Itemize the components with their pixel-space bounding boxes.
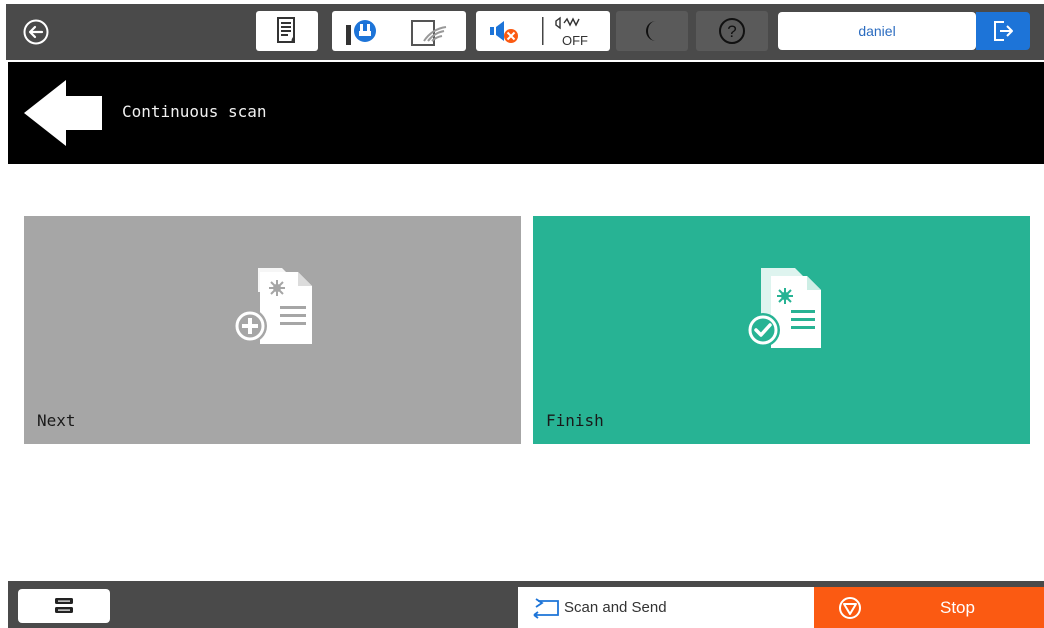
stop-label: Stop	[940, 597, 975, 617]
network-icons	[346, 20, 447, 46]
current-job-label: Scan and Send	[564, 599, 667, 616]
sleep-button[interactable]	[616, 11, 688, 51]
svg-text:OFF: OFF	[562, 33, 588, 48]
next-tile[interactable]: Next	[24, 216, 521, 444]
silent-off-icon: OFF	[555, 16, 588, 48]
finish-label: Finish	[546, 411, 604, 430]
mute-icon	[490, 21, 518, 43]
job-list-button[interactable]	[18, 589, 110, 623]
ink-status-button[interactable]	[256, 11, 318, 51]
user-name-field[interactable]: daniel	[778, 12, 976, 50]
ink-status-icon	[277, 17, 295, 43]
network-status-button[interactable]	[332, 11, 466, 51]
finish-tile[interactable]: Finish	[533, 216, 1030, 444]
back-button[interactable]	[22, 78, 104, 148]
wifi-direct-icon	[346, 20, 376, 45]
bottom-bar: Scan and Send Stop	[8, 581, 1044, 628]
logout-icon	[994, 21, 1013, 41]
scan-send-icon	[533, 597, 559, 619]
page-title: Continuous scan	[122, 102, 267, 121]
wifi-icon	[411, 20, 447, 46]
back-circle-icon	[23, 19, 49, 45]
stop-button[interactable]: Stop	[814, 587, 1044, 628]
job-list-icon	[55, 598, 73, 613]
sound-settings-button[interactable]: OFF	[476, 11, 610, 51]
status-bar: OFF ? daniel	[6, 4, 1044, 60]
svg-text:?: ?	[727, 22, 736, 41]
finish-page-icon	[746, 268, 821, 348]
add-page-icon	[233, 268, 312, 344]
current-job-status[interactable]: Scan and Send	[518, 587, 816, 628]
home-button[interactable]	[22, 18, 50, 46]
sound-icons: OFF	[490, 16, 588, 48]
logout-button[interactable]	[976, 12, 1030, 50]
title-bar: Continuous scan	[8, 62, 1044, 164]
stop-icon	[839, 596, 861, 619]
sleep-icon	[646, 21, 656, 41]
help-button[interactable]: ?	[696, 11, 768, 51]
next-label: Next	[37, 411, 76, 430]
back-arrow-icon	[24, 80, 102, 146]
help-icon: ?	[719, 18, 745, 44]
